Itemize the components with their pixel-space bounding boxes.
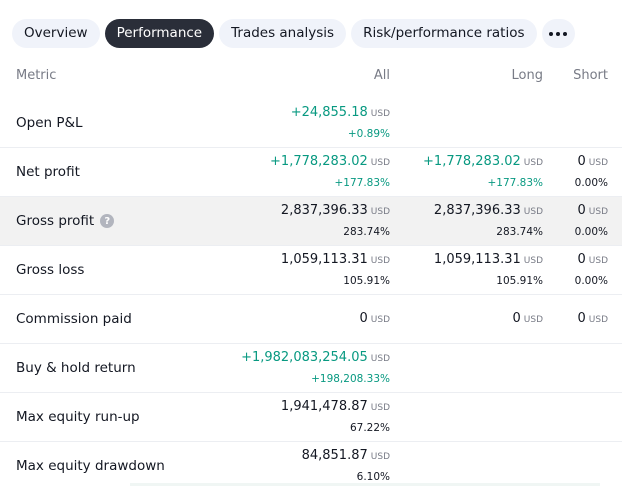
all-cell: +1,982,083,254.05 USD +198,208.33% bbox=[241, 344, 390, 393]
value: 0 bbox=[577, 154, 586, 169]
metric-label: Gross profit ? bbox=[16, 213, 115, 229]
table-row-open-pnl: Open P&L +24,855.18 USD +0.89% bbox=[0, 99, 622, 148]
table-row-max-equity-run-up: Max equity run-up 1,941,478.87 USD 67.22% bbox=[0, 393, 622, 442]
unit-label: USD bbox=[588, 207, 608, 217]
more-tabs-button[interactable] bbox=[541, 19, 575, 48]
table-row-gross-profit: Gross profit ? 2,837,396.33 USD 283.74% 2… bbox=[0, 197, 622, 246]
unit-label: USD bbox=[370, 354, 390, 364]
column-header-short: Short bbox=[573, 68, 608, 83]
value: 84,851.87 bbox=[301, 448, 368, 463]
percent: 67.22% bbox=[349, 422, 390, 434]
metric-label: Commission paid bbox=[16, 311, 132, 327]
unit-label: USD bbox=[588, 315, 608, 325]
tab-trades-analysis[interactable]: Trades analysis bbox=[219, 19, 347, 48]
percent: 105.91% bbox=[496, 275, 543, 287]
long-cell: 0 USD bbox=[512, 295, 543, 344]
table-row-net-profit: Net profit +1,778,283.02 USD +177.83% +1,… bbox=[0, 148, 622, 197]
percent: 6.10% bbox=[356, 471, 390, 483]
metric-label: Max equity drawdown bbox=[16, 458, 165, 474]
unit-label: USD bbox=[370, 256, 390, 266]
percent: 0.00% bbox=[574, 177, 608, 189]
long-cell: 2,837,396.33 USD 283.74% bbox=[434, 197, 543, 246]
unit-label: USD bbox=[523, 158, 543, 168]
all-cell: 1,059,113.31 USD 105.91% bbox=[281, 246, 390, 295]
unit-label: USD bbox=[370, 452, 390, 462]
value: 0 bbox=[512, 311, 521, 326]
tab-risk-performance-ratios[interactable]: Risk/performance ratios bbox=[351, 19, 537, 48]
metric-label: Net profit bbox=[16, 164, 80, 180]
column-header-long: Long bbox=[511, 68, 543, 83]
metric-label: Max equity run-up bbox=[16, 409, 140, 425]
unit-label: USD bbox=[588, 256, 608, 266]
value: 0 bbox=[577, 252, 586, 267]
column-header-all: All bbox=[373, 68, 390, 83]
unit-label: USD bbox=[370, 403, 390, 413]
value: 2,837,396.33 bbox=[280, 203, 368, 218]
metric-label: Open P&L bbox=[16, 115, 83, 131]
value: 2,837,396.33 bbox=[433, 203, 521, 218]
long-cell: +1,778,283.02 USD +177.83% bbox=[423, 148, 543, 197]
percent: +198,208.33% bbox=[311, 373, 390, 385]
value: 0 bbox=[359, 311, 368, 326]
value: 1,941,478.87 bbox=[280, 399, 368, 414]
tab-bar: Overview Performance Trades analysis Ris… bbox=[12, 19, 575, 48]
percent: +177.83% bbox=[487, 177, 543, 189]
column-header-metric: Metric bbox=[16, 68, 57, 83]
value: 1,059,113.31 bbox=[433, 252, 521, 267]
short-cell: 0 USD 0.00% bbox=[575, 148, 608, 197]
all-cell: 0 USD bbox=[359, 295, 390, 344]
tab-performance[interactable]: Performance bbox=[104, 19, 215, 48]
value: 1,059,113.31 bbox=[280, 252, 368, 267]
table-row-commission-paid: Commission paid 0 USD 0 USD 0 USD bbox=[0, 295, 622, 344]
value: +24,855.18 bbox=[290, 105, 368, 120]
unit-label: USD bbox=[523, 315, 543, 325]
value: +1,982,083,254.05 bbox=[241, 350, 368, 365]
table-row-buy-hold-return: Buy & hold return +1,982,083,254.05 USD +… bbox=[0, 344, 622, 393]
value: +1,778,283.02 bbox=[270, 154, 368, 169]
short-cell: 0 USD bbox=[577, 295, 608, 344]
percent: +0.89% bbox=[347, 128, 390, 140]
short-cell: 0 USD 0.00% bbox=[575, 246, 608, 295]
unit-label: USD bbox=[370, 207, 390, 217]
long-cell: 1,059,113.31 USD 105.91% bbox=[434, 246, 543, 295]
value: 0 bbox=[577, 311, 586, 326]
all-cell: 84,851.87 USD 6.10% bbox=[302, 442, 390, 486]
short-cell: 0 USD 0.00% bbox=[575, 197, 608, 246]
table-row-max-equity-drawdown: Max equity drawdown 84,851.87 USD 6.10% bbox=[0, 442, 622, 486]
unit-label: USD bbox=[523, 256, 543, 266]
unit-label: USD bbox=[370, 158, 390, 168]
question-icon[interactable]: ? bbox=[100, 214, 115, 228]
value: 0 bbox=[577, 203, 586, 218]
table-row-gross-loss: Gross loss 1,059,113.31 USD 105.91% 1,059… bbox=[0, 246, 622, 295]
metric-label: Buy & hold return bbox=[16, 360, 136, 376]
all-cell: +1,778,283.02 USD +177.83% bbox=[270, 148, 390, 197]
percent: +177.83% bbox=[334, 177, 390, 189]
unit-label: USD bbox=[588, 158, 608, 168]
percent: 105.91% bbox=[343, 275, 390, 287]
all-cell: 1,941,478.87 USD 67.22% bbox=[281, 393, 390, 442]
percent: 283.74% bbox=[496, 226, 543, 238]
more-horizontal-icon bbox=[549, 31, 568, 36]
percent: 0.00% bbox=[574, 226, 608, 238]
metric-label: Gross loss bbox=[16, 262, 85, 278]
all-cell: +24,855.18 USD +0.89% bbox=[291, 99, 390, 148]
unit-label: USD bbox=[370, 315, 390, 325]
unit-label: USD bbox=[523, 207, 543, 217]
unit-label: USD bbox=[370, 109, 390, 119]
tab-overview[interactable]: Overview bbox=[12, 19, 100, 48]
all-cell: 2,837,396.33 USD 283.74% bbox=[281, 197, 390, 246]
value: +1,778,283.02 bbox=[423, 154, 521, 169]
percent: 0.00% bbox=[574, 275, 608, 287]
percent: 283.74% bbox=[343, 226, 390, 238]
